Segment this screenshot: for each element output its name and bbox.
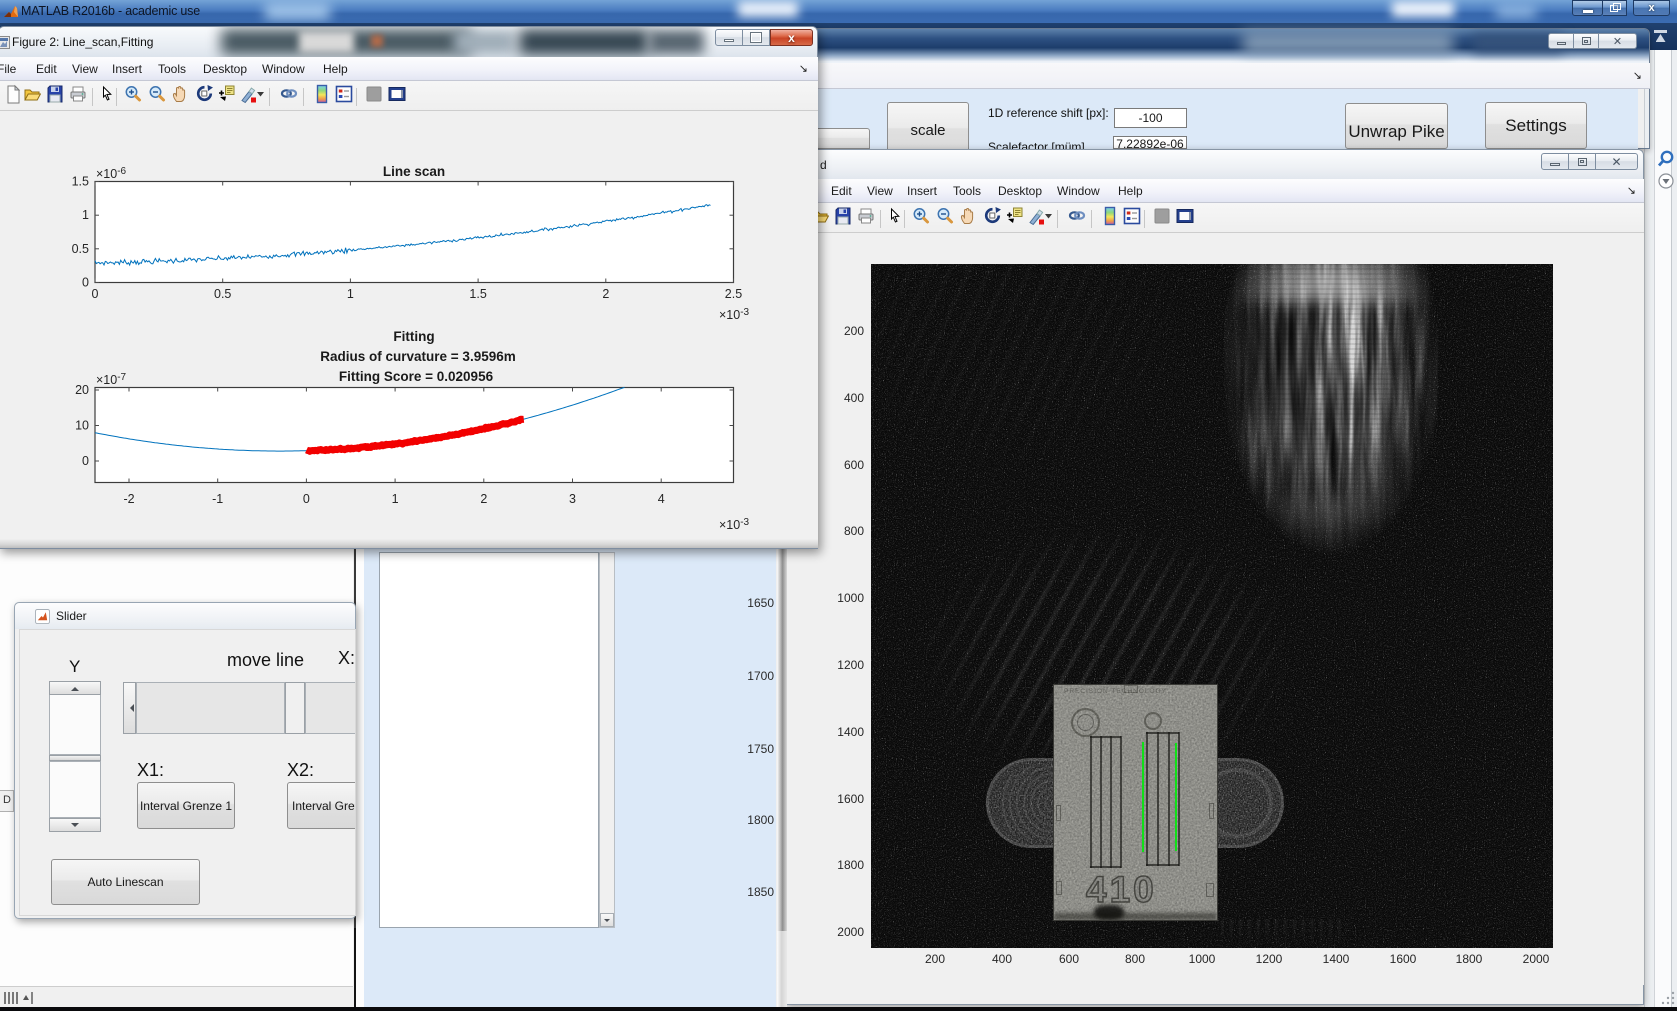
svg-text:×10-7: ×10-7 (96, 372, 127, 387)
svg-text:0: 0 (92, 287, 99, 301)
svg-text:×10-6: ×10-6 (96, 166, 127, 181)
svg-text:1.5: 1.5 (72, 175, 89, 189)
svg-text:Fitting Score = 0.020956: Fitting Score = 0.020956 (339, 369, 494, 384)
svg-text:3: 3 (569, 492, 576, 506)
svg-text:×10-3: ×10-3 (719, 517, 750, 532)
svg-text:2: 2 (480, 492, 487, 506)
svg-text:0.5: 0.5 (214, 287, 231, 301)
svg-text:0.5: 0.5 (72, 242, 89, 256)
svg-text:4: 4 (658, 492, 665, 506)
svg-text:Line scan: Line scan (383, 164, 445, 179)
svg-text:0: 0 (82, 454, 89, 468)
svg-text:1: 1 (392, 492, 399, 506)
svg-text:20: 20 (75, 383, 89, 397)
svg-text:Fitting: Fitting (393, 329, 434, 344)
svg-text:2.5: 2.5 (725, 287, 742, 301)
svg-text:0: 0 (303, 492, 310, 506)
svg-text:×10-3: ×10-3 (719, 307, 750, 322)
svg-text:1: 1 (82, 208, 89, 222)
svg-text:0: 0 (82, 276, 89, 290)
svg-text:-1: -1 (212, 492, 223, 506)
svg-text:-2: -2 (123, 492, 134, 506)
svg-text:Radius of curvature = 3.9596m: Radius of curvature = 3.9596m (320, 349, 515, 364)
svg-text:10: 10 (75, 419, 89, 433)
svg-text:1.5: 1.5 (469, 287, 486, 301)
svg-text:2: 2 (602, 287, 609, 301)
svg-text:1: 1 (347, 287, 354, 301)
